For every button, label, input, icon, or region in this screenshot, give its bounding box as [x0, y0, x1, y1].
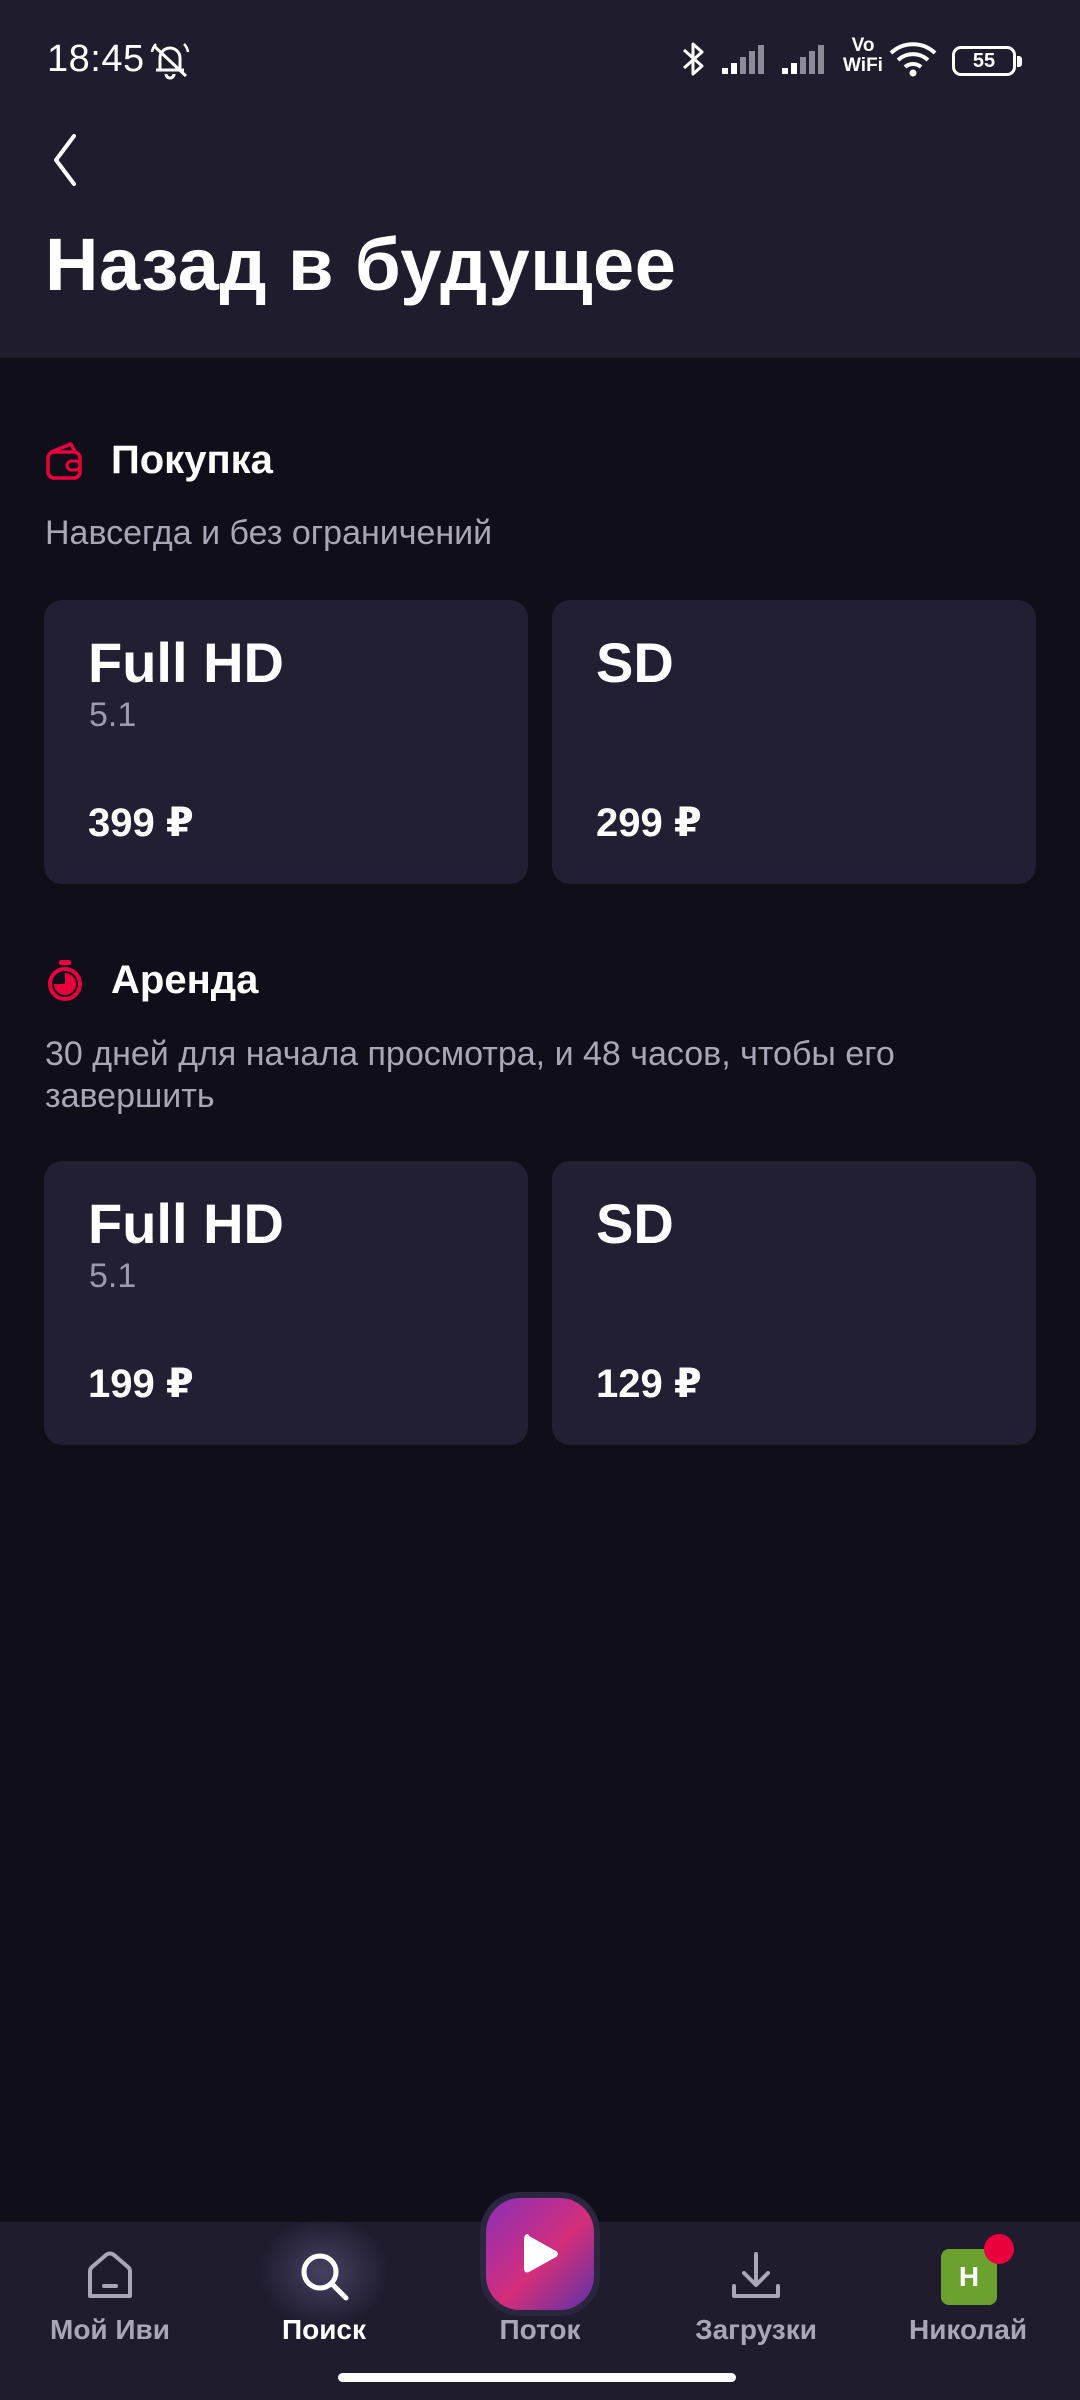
back-button[interactable] [30, 120, 100, 200]
notification-badge [984, 2234, 1014, 2264]
quality-label: SD [596, 1192, 674, 1255]
page-title: Назад в будущее [45, 223, 677, 306]
timer-icon [48, 960, 82, 1001]
rent-title: Аренда [111, 957, 259, 1002]
alarm-off-icon [148, 40, 192, 85]
quality-label: Full HD [88, 1192, 284, 1255]
audio-label: 5.1 [89, 1257, 137, 1295]
top-header: 18:45 Vo WiFi 55 Назад в будущее [0, 0, 1080, 358]
nav-item-search[interactable]: Поиск [216, 2212, 432, 2372]
rent-fullhd-card[interactable]: Full HD 5.1 199 ₽ [44, 1161, 528, 1445]
nav-label: Поток [499, 2314, 581, 2345]
rent-description: 30 дней для начала просмотра, и 48 часов… [45, 1035, 895, 1115]
price-label: 129 ₽ [596, 1362, 702, 1406]
nav-label: Мой Иви [50, 2314, 170, 2345]
price-label: 299 ₽ [596, 801, 702, 845]
play-icon [524, 2234, 558, 2273]
purchase-fullhd-card[interactable]: Full HD 5.1 399 ₽ [44, 600, 528, 884]
bluetooth-icon [680, 38, 708, 85]
chevron-left-icon [54, 134, 76, 186]
rent-section-header: Аренда [45, 950, 258, 1010]
battery-icon: 55 [952, 46, 1022, 76]
price-label: 399 ₽ [88, 801, 194, 845]
rent-sd-card[interactable]: SD 129 ₽ [552, 1161, 1036, 1445]
status-time: 18:45 [47, 38, 145, 80]
download-icon [726, 2246, 786, 2306]
nav-label: Николай [908, 2314, 1028, 2345]
status-bar: 18:45 Vo WiFi 55 [0, 0, 1080, 122]
wallet-icon [46, 442, 82, 480]
purchase-sd-card[interactable]: SD 299 ₽ [552, 600, 1036, 884]
purchase-description: Навсегда и без ограничений [45, 514, 493, 552]
search-icon [294, 2246, 354, 2306]
nav-item-my-ivi[interactable]: Мой Иви [2, 2222, 218, 2372]
price-label: 199 ₽ [88, 1362, 194, 1406]
signal-icon [780, 42, 828, 81]
vowifi-icon: Vo WiFi [843, 35, 883, 76]
home-icon [80, 2246, 140, 2306]
quality-label: Full HD [88, 631, 284, 694]
nav-item-downloads[interactable]: Загрузки [648, 2222, 864, 2372]
quality-label: SD [596, 631, 674, 694]
audio-label: 5.1 [89, 696, 137, 734]
home-indicator[interactable] [338, 2373, 736, 2382]
purchase-section-header: Покупка [45, 430, 273, 490]
purchase-title: Покупка [111, 437, 273, 482]
nav-label: Загрузки [695, 2314, 817, 2345]
stream-play-button[interactable] [486, 2198, 594, 2310]
wifi-icon [888, 40, 938, 83]
nav-label: Поиск [281, 2314, 367, 2345]
signal-icon [720, 42, 768, 81]
